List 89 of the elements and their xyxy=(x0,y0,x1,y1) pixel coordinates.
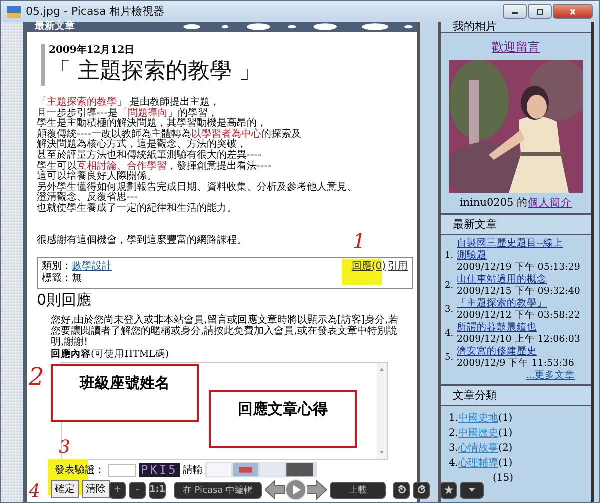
zoom-out-button[interactable]: - xyxy=(129,482,146,498)
upload-button[interactable]: 上載 xyxy=(330,482,386,498)
post-time: 2009/12/10 上午 12:06:03 xyxy=(457,334,582,346)
body-text: 甚至於評量方法也和傳統紙筆測驗有很大的差異---- xyxy=(37,150,262,161)
window-title: 05.jpg - Picasa 相片檢視器 xyxy=(26,4,165,19)
rotate-right-button[interactable] xyxy=(413,482,430,498)
sidebar-header: 文章分類 xyxy=(441,384,591,406)
profile-user: ininu0205 的 xyxy=(460,197,528,209)
tags-label: 標籤： xyxy=(42,272,72,285)
article-link[interactable]: 「主題探索的教學」 xyxy=(457,298,569,310)
comment-count: 0則回應 xyxy=(37,290,93,309)
maximize-icon xyxy=(535,8,545,14)
post-title: 「 主題探索的教學 」 xyxy=(49,58,262,86)
list-number: 1. xyxy=(445,250,455,262)
article-link[interactable]: 所謂的暮鼓晨鐘也 xyxy=(457,322,569,334)
category-count: (1) xyxy=(498,428,513,439)
maximize-button[interactable] xyxy=(528,4,552,19)
body-text: 「主題探索的教學」 是由教師提出主題， xyxy=(37,98,222,108)
annotation-number: 1 xyxy=(353,229,366,253)
actual-size-button[interactable]: 1:1 xyxy=(149,482,166,498)
body-text: 另外學生懂得如何規劃報告完成日期、資料收集、分析及參考他人意見、 xyxy=(37,182,358,193)
category-label: 類別： xyxy=(42,260,72,272)
list-number: 4. xyxy=(449,458,459,469)
post-time: 2009/12/9 下午 11:53:36 xyxy=(457,358,576,370)
sidebar-header: 我的相片 xyxy=(441,22,591,33)
article-link[interactable]: 濟安宮的修建歷史 xyxy=(457,346,569,358)
notice-text: 您好,由於您尚未登入或非本站會員,留言或回應文章時將以顯示為[訪客]身分,若您要讓閱讀者了解您的暱稱或身分,請按此免費加入會員,或在發表文章中特別說明,謝謝! xyxy=(51,314,400,348)
body-text: 解決問題為核心方式，這是觀念、方法的突破， xyxy=(37,140,248,150)
left-arrow-icon xyxy=(265,480,285,500)
note-box: 班級座號姓名 xyxy=(51,364,199,422)
list-number: 5. xyxy=(445,352,455,364)
category-count: (1) xyxy=(498,458,513,469)
app-icon xyxy=(7,6,21,18)
list-number: 2. xyxy=(445,280,455,292)
note-box: 回應文章心得 xyxy=(209,390,357,448)
body-text: 學生可以互相討論、合作學習，發揮創意提出看法---- xyxy=(37,162,272,172)
rotate-left-button[interactable] xyxy=(393,482,410,498)
star-icon xyxy=(444,485,454,495)
rotate-left-icon xyxy=(396,485,406,495)
captcha-hint: 請輸 xyxy=(182,464,203,478)
menu-button[interactable] xyxy=(460,482,484,498)
profile-link[interactable]: 個人簡介 xyxy=(528,197,572,209)
list-number: 2. xyxy=(449,428,459,439)
category-count: (15) xyxy=(493,473,514,484)
body-text: 很感謝有這個機會，學到這麼豐富的網路課程。 xyxy=(37,234,247,247)
category-count: (2) xyxy=(498,443,513,454)
clear-button[interactable]: 清除 xyxy=(82,480,110,498)
post-time: 2009/12/19 下午 05:13:29 xyxy=(457,262,582,274)
body-text: 這可以培養良好人際關係。 xyxy=(37,172,157,182)
list-number: 4. xyxy=(445,328,455,340)
tags-value: 無 xyxy=(72,272,82,285)
list-number: 1. xyxy=(449,413,459,424)
close-button[interactable] xyxy=(553,4,593,19)
zoom-in-button[interactable]: + xyxy=(109,482,126,498)
section-title: 最新文章 xyxy=(35,22,75,32)
annotation-number: 4 xyxy=(29,482,40,502)
body-text: 顛覆傳統----一改以教師為主體轉為以學習者為中心的探索及 xyxy=(37,130,302,140)
content-label: 回應內容(可使用HTML碼) xyxy=(51,348,170,361)
rotate-right-icon xyxy=(416,485,426,495)
post-time: 2009/12/12 下午 03:58:22 xyxy=(457,310,582,322)
previous-button[interactable] xyxy=(265,480,285,500)
body-text: 澄清觀念、反覆省思--- xyxy=(37,193,138,204)
annotation-number: 3 xyxy=(59,439,70,457)
body-text: 且一步步引導---是「問題導向」的學習， xyxy=(37,108,218,119)
body-text: 也就使學生養成了一定的紀律和生活的能力。 xyxy=(37,204,238,215)
close-icon xyxy=(568,8,578,14)
more-link[interactable]: ...更多文章 xyxy=(526,370,575,381)
post-date: 2009年12月12日 xyxy=(49,44,136,58)
annotation-number: 2 xyxy=(29,365,44,389)
category-link[interactable]: 數學設計 xyxy=(72,260,112,273)
minimize-button[interactable] xyxy=(503,4,527,19)
edit-button[interactable]: 在 Picasa 中編輯 xyxy=(174,482,262,498)
right-arrow-icon xyxy=(307,480,327,500)
list-number: 3. xyxy=(445,304,455,316)
play-button[interactable] xyxy=(285,479,307,501)
article-link[interactable]: 自製國三歷史題目--線上測驗題 xyxy=(457,238,569,262)
post-time: 2009/12/15 下午 09:32:40 xyxy=(457,286,582,298)
sidebar-header: 最新文章 xyxy=(441,213,591,235)
next-button[interactable] xyxy=(307,480,327,500)
article-link[interactable]: 山佳車站過用的概念 xyxy=(457,274,569,286)
captcha-field[interactable] xyxy=(108,464,136,477)
category-count: (1) xyxy=(498,413,513,424)
star-button[interactable] xyxy=(440,482,457,498)
list-number: 3. xyxy=(449,443,459,454)
captcha-image: PKI5 xyxy=(139,463,180,478)
body-text: 學生是主動積極的解決問題，其學習動機是高昂的， xyxy=(37,119,267,130)
submit-button[interactable]: 確定 xyxy=(51,480,79,498)
welcome-link[interactable]: 歡迎留言 xyxy=(492,39,540,56)
quote-link[interactable]: 引用 xyxy=(388,260,408,285)
